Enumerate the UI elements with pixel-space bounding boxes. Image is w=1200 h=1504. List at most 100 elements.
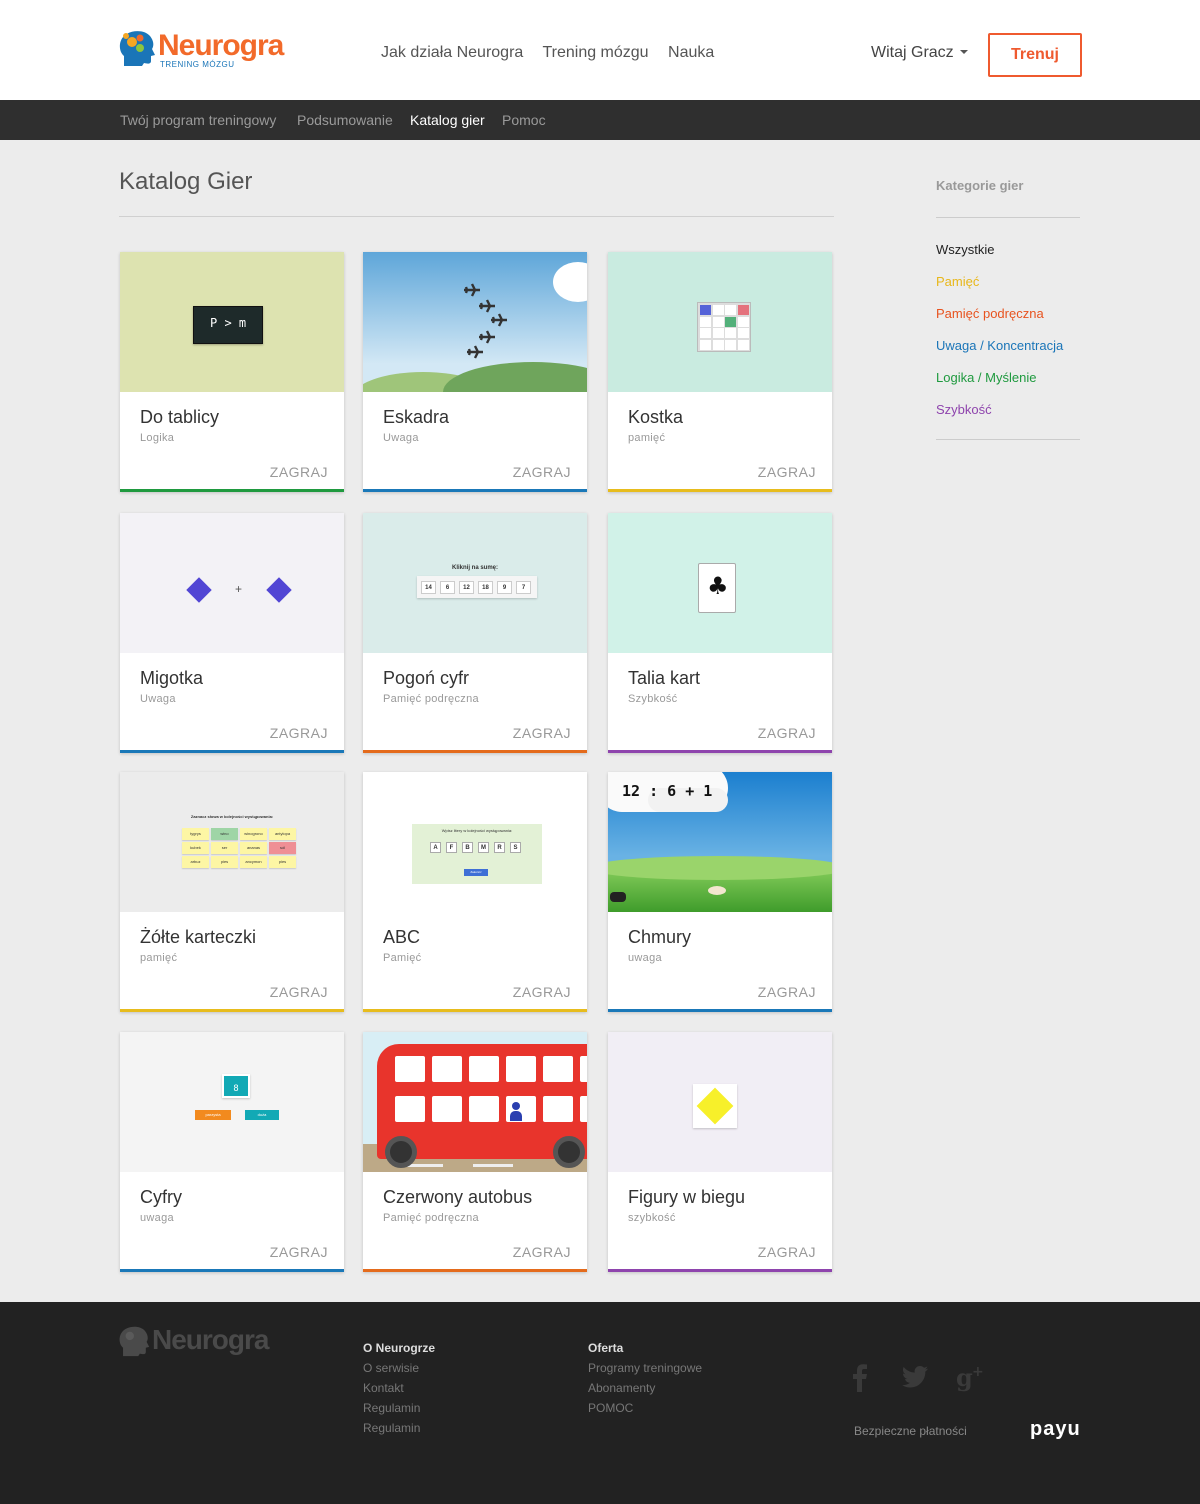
note-card: ser [211, 842, 238, 854]
game-category: Pamięć podręczna [383, 693, 479, 705]
play-button[interactable]: ZAGRAJ [513, 984, 571, 1000]
user-greeting: Witaj Gracz [871, 44, 954, 61]
play-button[interactable]: ZAGRAJ [758, 725, 816, 741]
top-navigation: Jak działa Neurogra Trening mózgu Nauka [381, 44, 729, 62]
footer-link-about[interactable]: O serwisie [363, 1361, 419, 1375]
category-color-bar [120, 750, 344, 753]
game-thumbnail[interactable] [363, 252, 587, 392]
play-button[interactable]: ZAGRAJ [758, 464, 816, 480]
category-filter[interactable]: Pamięć [936, 274, 979, 289]
game-card[interactable]: 8 parzysta duża Cyfry uwaga ZAGRAJ [120, 1032, 344, 1272]
play-button[interactable]: ZAGRAJ [513, 1244, 571, 1260]
game-category: Uwaga [383, 432, 419, 444]
footer-col-about-title: O Neurogrze [363, 1341, 436, 1355]
play-button[interactable]: ZAGRAJ [758, 984, 816, 1000]
twitter-icon[interactable] [902, 1366, 928, 1388]
nav-how-it-works[interactable]: Jak działa Neurogra [381, 44, 523, 61]
play-button[interactable]: ZAGRAJ [513, 464, 571, 480]
game-thumbnail[interactable]: Zaznacz słowa w kolejności wystąpowania:… [120, 772, 344, 912]
google-plus-icon[interactable]: g + [956, 1364, 986, 1392]
note-card: ancymon [240, 856, 267, 868]
footer-link-contact[interactable]: Kontakt [363, 1381, 404, 1395]
game-thumbnail[interactable]: 12 : 6 + 1 [608, 772, 832, 912]
secure-payments-label: Bezpieczne płatności [854, 1424, 967, 1438]
number-tile: 7 [516, 581, 531, 594]
game-card[interactable]: Wpisz litery w kolejności wystąpowania: … [363, 772, 587, 1012]
category-filter[interactable]: Logika / Myślenie [936, 370, 1036, 385]
user-menu[interactable]: Witaj Gracz [871, 44, 968, 62]
category-color-bar [120, 1009, 344, 1012]
game-thumbnail[interactable] [363, 1032, 587, 1172]
game-thumbnail[interactable]: Wpisz litery w kolejności wystąpowania: … [363, 772, 587, 912]
subnav-training-program[interactable]: Twój program treningowy [120, 112, 276, 128]
category-filter[interactable]: Wszystkie [936, 242, 995, 257]
game-title: Cyfry [140, 1187, 182, 1207]
letter-tile: R [494, 842, 505, 853]
game-card[interactable]: Figury w biegu szybkość ZAGRAJ [608, 1032, 832, 1272]
logo[interactable]: Neurogra TRENING MÓZGU [118, 28, 298, 72]
blackboard-text: P > m [210, 316, 247, 330]
game-thumbnail[interactable]: Kliknij na sumę: 14 6 12 18 9 7 [363, 513, 587, 653]
payu-logo: payu [1030, 1418, 1081, 1440]
footer-link-help[interactable]: POMOC [588, 1401, 633, 1415]
category-color-bar [363, 489, 587, 492]
nav-science[interactable]: Nauka [668, 44, 714, 61]
divider [119, 216, 834, 217]
game-thumbnail[interactable]: + [120, 513, 344, 653]
header: Neurogra TRENING MÓZGU Jak działa Neurog… [0, 0, 1200, 100]
note-card: tygrys [182, 828, 209, 840]
digit-choice-right: duża [245, 1110, 279, 1120]
game-thumbnail[interactable]: 8 parzysta duża [120, 1032, 344, 1172]
game-card[interactable]: ♣ Talia kart Szybkość ZAGRAJ [608, 513, 832, 753]
svg-text:+: + [972, 1364, 984, 1380]
game-category: uwaga [628, 952, 662, 964]
category-color-bar [608, 1009, 832, 1012]
game-thumbnail[interactable]: ♣ [608, 513, 832, 653]
footer-link-programs[interactable]: Programy treningowe [588, 1361, 702, 1375]
game-thumbnail[interactable] [608, 1032, 832, 1172]
facebook-icon[interactable] [852, 1364, 868, 1392]
play-button[interactable]: ZAGRAJ [758, 1244, 816, 1260]
logo-tagline: TRENING MÓZGU [160, 60, 235, 69]
nav-brain-training[interactable]: Trening mózgu [542, 44, 648, 61]
category-color-bar [120, 1269, 344, 1272]
subnav-game-catalog[interactable]: Katalog gier [410, 112, 485, 128]
game-thumbnail[interactable]: P > m [120, 252, 344, 392]
abc-finish-button: Zakończ [464, 869, 488, 876]
play-button[interactable]: ZAGRAJ [270, 464, 328, 480]
play-button[interactable]: ZAGRAJ [270, 984, 328, 1000]
play-button[interactable]: ZAGRAJ [270, 725, 328, 741]
airplane-icon [464, 283, 480, 297]
game-card[interactable]: P > m Do tablicy Logika ZAGRAJ [120, 252, 344, 492]
letter-tile: F [446, 842, 457, 853]
game-title: Figury w biegu [628, 1187, 746, 1207]
game-card[interactable]: 12 : 6 + 1 Chmury uwaga ZAGRAJ [608, 772, 832, 1012]
train-button[interactable]: Trenuj [988, 33, 1082, 77]
play-button[interactable]: ZAGRAJ [270, 1244, 328, 1260]
footer-col-offer-title: Oferta [588, 1341, 624, 1355]
game-card[interactable]: Kostka pamięć ZAGRAJ [608, 252, 832, 492]
play-button[interactable]: ZAGRAJ [513, 725, 571, 741]
category-filter[interactable]: Uwaga / Koncentracja [936, 338, 1063, 353]
footer-link-terms[interactable]: Regulamin [363, 1401, 420, 1415]
game-card[interactable]: Kliknij na sumę: 14 6 12 18 9 7 Pogoń cyfr Pa… [363, 513, 587, 753]
game-card[interactable]: + Migotka Uwaga ZAGRAJ [120, 513, 344, 753]
category-filter[interactable]: Pamięć podręczna [936, 306, 1044, 321]
game-card[interactable]: Eskadra Uwaga ZAGRAJ [363, 252, 587, 492]
footer-link-terms-2[interactable]: Regulamin [363, 1421, 420, 1435]
subnav-help[interactable]: Pomoc [502, 112, 546, 128]
footer: Neurogra O Neurogrze O serwisie Kontakt … [0, 1302, 1200, 1504]
airplane-icon [491, 313, 507, 327]
category-color-bar [608, 750, 832, 753]
game-thumbnail[interactable] [608, 252, 832, 392]
game-category: uwaga [140, 1212, 174, 1224]
game-title: Migotka [140, 668, 204, 688]
subnav-summary[interactable]: Podsumowanie [297, 112, 393, 128]
number-tile: 6 [440, 581, 455, 594]
game-card[interactable]: Zaznacz słowa w kolejności wystąpowania:… [120, 772, 344, 1012]
category-filter[interactable]: Szybkość [936, 402, 992, 417]
footer-link-subscriptions[interactable]: Abonamenty [588, 1381, 655, 1395]
game-title: Talia kart [628, 668, 701, 688]
game-title: Do tablicy [140, 407, 220, 427]
game-card[interactable]: Czerwony autobus Pamięć podręczna ZAGRAJ [363, 1032, 587, 1272]
